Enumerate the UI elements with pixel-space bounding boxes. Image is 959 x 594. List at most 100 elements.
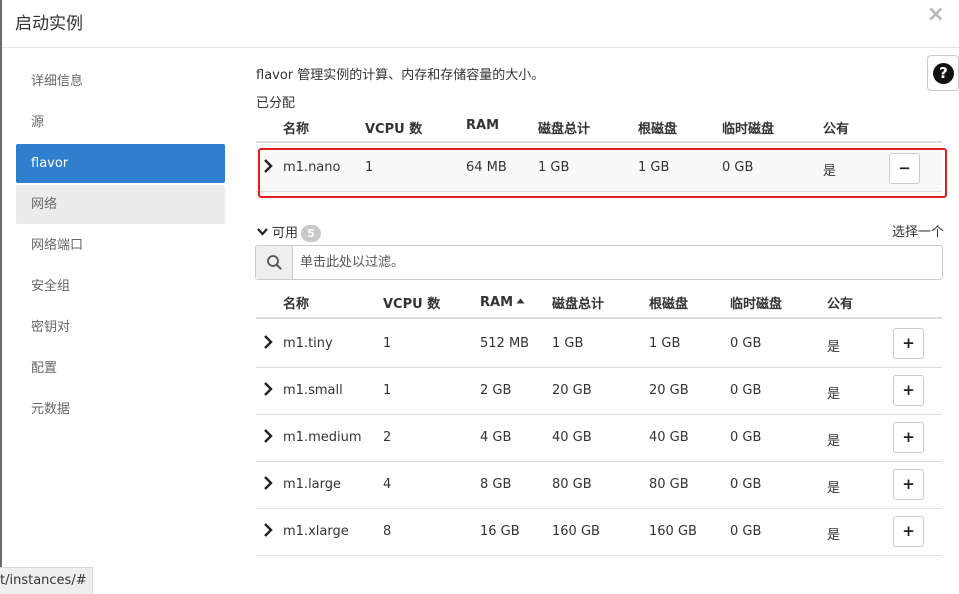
col-disk-total: 磁盘总计 — [538, 122, 591, 137]
cell-vcpu: 2 — [383, 430, 392, 445]
table-row[interactable]: m1.xlarge 8 16 GB 160 GB 160 GB 0 GB 是 — [256, 509, 942, 556]
help-button[interactable]: ? — [927, 55, 959, 91]
col-ephemeral-disk: 临时磁盘 — [730, 297, 783, 312]
cell-vcpu: 8 — [383, 524, 392, 539]
nav-item-security-groups[interactable]: 安全组 — [16, 267, 225, 306]
cell-ephemeral-disk: 0 GB — [722, 160, 754, 175]
nav-item-flavor[interactable]: flavor — [16, 144, 225, 183]
nav-item-label: 网络端口 — [31, 238, 84, 253]
available-count-badge: 5 — [301, 225, 322, 242]
cell-ephemeral-disk: 0 GB — [730, 336, 762, 351]
deallocate-button[interactable]: − — [889, 153, 920, 184]
cell-root-disk: 1 GB — [649, 336, 681, 351]
nav-item-label: 网络 — [31, 197, 58, 212]
search-icon — [256, 246, 293, 279]
close-icon[interactable]: × — [927, 2, 945, 27]
nav-item-details[interactable]: 详细信息 — [16, 62, 225, 101]
wizard-nav: 详细信息 源 flavor 网络 网络端口 安全组 密钥对 配置 元数据 — [16, 62, 225, 431]
table-row[interactable]: m1.medium 2 4 GB 40 GB 40 GB 0 GB 是 — [256, 415, 942, 462]
cell-name: m1.small — [283, 383, 343, 398]
allocate-button[interactable]: + — [893, 328, 924, 359]
nav-item-configuration[interactable]: 配置 — [16, 349, 225, 388]
cell-vcpu: 1 — [365, 160, 374, 175]
table-row[interactable]: m1.large 4 8 GB 80 GB 80 GB 0 GB 是 — [256, 462, 942, 509]
cell-disk-total: 1 GB — [538, 160, 570, 175]
col-public: 公有 — [827, 297, 854, 312]
cell-name: m1.medium — [283, 430, 362, 445]
chevron-right-icon[interactable] — [262, 428, 274, 444]
nav-item-networks[interactable]: 网络 — [16, 185, 225, 224]
nav-item-label: 安全组 — [31, 279, 71, 294]
filter-input[interactable] — [300, 249, 930, 275]
cell-ram: 512 MB — [480, 336, 530, 351]
allocated-heading: 已分配 — [256, 96, 296, 111]
col-vcpu: VCPU 数 — [365, 122, 423, 137]
cell-ephemeral-disk: 0 GB — [730, 430, 762, 445]
cell-root-disk: 1 GB — [638, 160, 670, 175]
nav-item-source[interactable]: 源 — [16, 103, 225, 142]
cell-ram: 64 MB — [466, 160, 507, 175]
cell-ephemeral-disk: 0 GB — [730, 383, 762, 398]
nav-item-label: flavor — [31, 156, 69, 171]
table-row[interactable]: m1.small 1 2 GB 20 GB 20 GB 0 GB 是 — [256, 368, 942, 415]
select-one-hint: 选择一个 — [892, 225, 945, 240]
chevron-right-icon[interactable] — [262, 381, 274, 397]
nav-item-metadata[interactable]: 元数据 — [16, 390, 225, 429]
col-vcpu: VCPU 数 — [383, 297, 441, 312]
col-root-disk: 根磁盘 — [638, 122, 678, 137]
cell-disk-total: 80 GB — [552, 477, 592, 492]
available-toggle[interactable]: 可用 5 — [256, 222, 322, 242]
col-disk-total: 磁盘总计 — [552, 297, 605, 312]
cell-ephemeral-disk: 0 GB — [730, 477, 762, 492]
nav-item-label: 源 — [31, 115, 45, 130]
cell-root-disk: 40 GB — [649, 430, 689, 445]
cell-public: 是 — [827, 528, 841, 543]
cell-name: m1.nano — [283, 160, 341, 175]
nav-item-key-pairs[interactable]: 密钥对 — [16, 308, 225, 347]
allocated-row[interactable]: m1.nano 1 64 MB 1 GB 1 GB 0 GB 是 — [256, 145, 942, 192]
table-row[interactable]: m1.tiny 1 512 MB 1 GB 1 GB 0 GB 是 — [256, 321, 942, 368]
chevron-right-icon[interactable] — [262, 158, 274, 174]
cell-ephemeral-disk: 0 GB — [730, 524, 762, 539]
col-name: 名称 — [283, 297, 310, 312]
cell-disk-total: 20 GB — [552, 383, 592, 398]
nav-item-label: 详细信息 — [31, 74, 84, 89]
col-ephemeral-disk: 临时磁盘 — [722, 122, 775, 137]
cell-ram: 16 GB — [480, 524, 520, 539]
col-ram-sortable[interactable]: RAM — [480, 293, 525, 310]
dialog-title: 启动实例 — [15, 14, 83, 34]
cell-vcpu: 1 — [383, 383, 392, 398]
col-public: 公有 — [823, 122, 850, 137]
col-ram: RAM — [466, 118, 500, 133]
nav-item-label: 配置 — [31, 361, 58, 376]
cell-ram: 2 GB — [480, 383, 512, 398]
nav-item-label: 密钥对 — [31, 320, 71, 335]
nav-item-label: 元数据 — [31, 402, 71, 417]
cell-disk-total: 160 GB — [552, 524, 600, 539]
chevron-down-icon — [256, 226, 269, 241]
allocated-table-header: 名称 VCPU 数 RAM 磁盘总计 根磁盘 临时磁盘 公有 — [256, 111, 942, 143]
chevron-right-icon[interactable] — [262, 522, 274, 538]
chevron-right-icon[interactable] — [262, 334, 274, 350]
dialog-header: 启动实例 × — [2, 0, 959, 48]
cell-public: 是 — [827, 481, 841, 496]
cell-ram: 4 GB — [480, 430, 512, 445]
nav-item-network-ports[interactable]: 网络端口 — [16, 226, 225, 265]
cell-root-disk: 160 GB — [649, 524, 697, 539]
cell-name: m1.tiny — [283, 336, 333, 351]
filter-box — [255, 245, 943, 280]
status-bar-url: t/instances/# — [0, 567, 93, 594]
allocate-button[interactable]: + — [893, 375, 924, 406]
cell-public: 是 — [827, 387, 841, 402]
cell-public: 是 — [827, 434, 841, 449]
available-table-header: 名称 VCPU 数 RAM 磁盘总计 根磁盘 临时磁盘 公有 — [256, 287, 942, 319]
chevron-right-icon[interactable] — [262, 475, 274, 491]
col-name: 名称 — [283, 122, 310, 137]
cell-name: m1.xlarge — [283, 524, 349, 539]
allocate-button[interactable]: + — [893, 469, 924, 500]
allocate-button[interactable]: + — [893, 422, 924, 453]
step-description: flavor 管理实例的计算、内存和存储容量的大小。 — [256, 68, 545, 83]
allocate-button[interactable]: + — [893, 516, 924, 547]
cell-name: m1.large — [283, 477, 342, 492]
available-heading: 可用 — [272, 226, 299, 241]
